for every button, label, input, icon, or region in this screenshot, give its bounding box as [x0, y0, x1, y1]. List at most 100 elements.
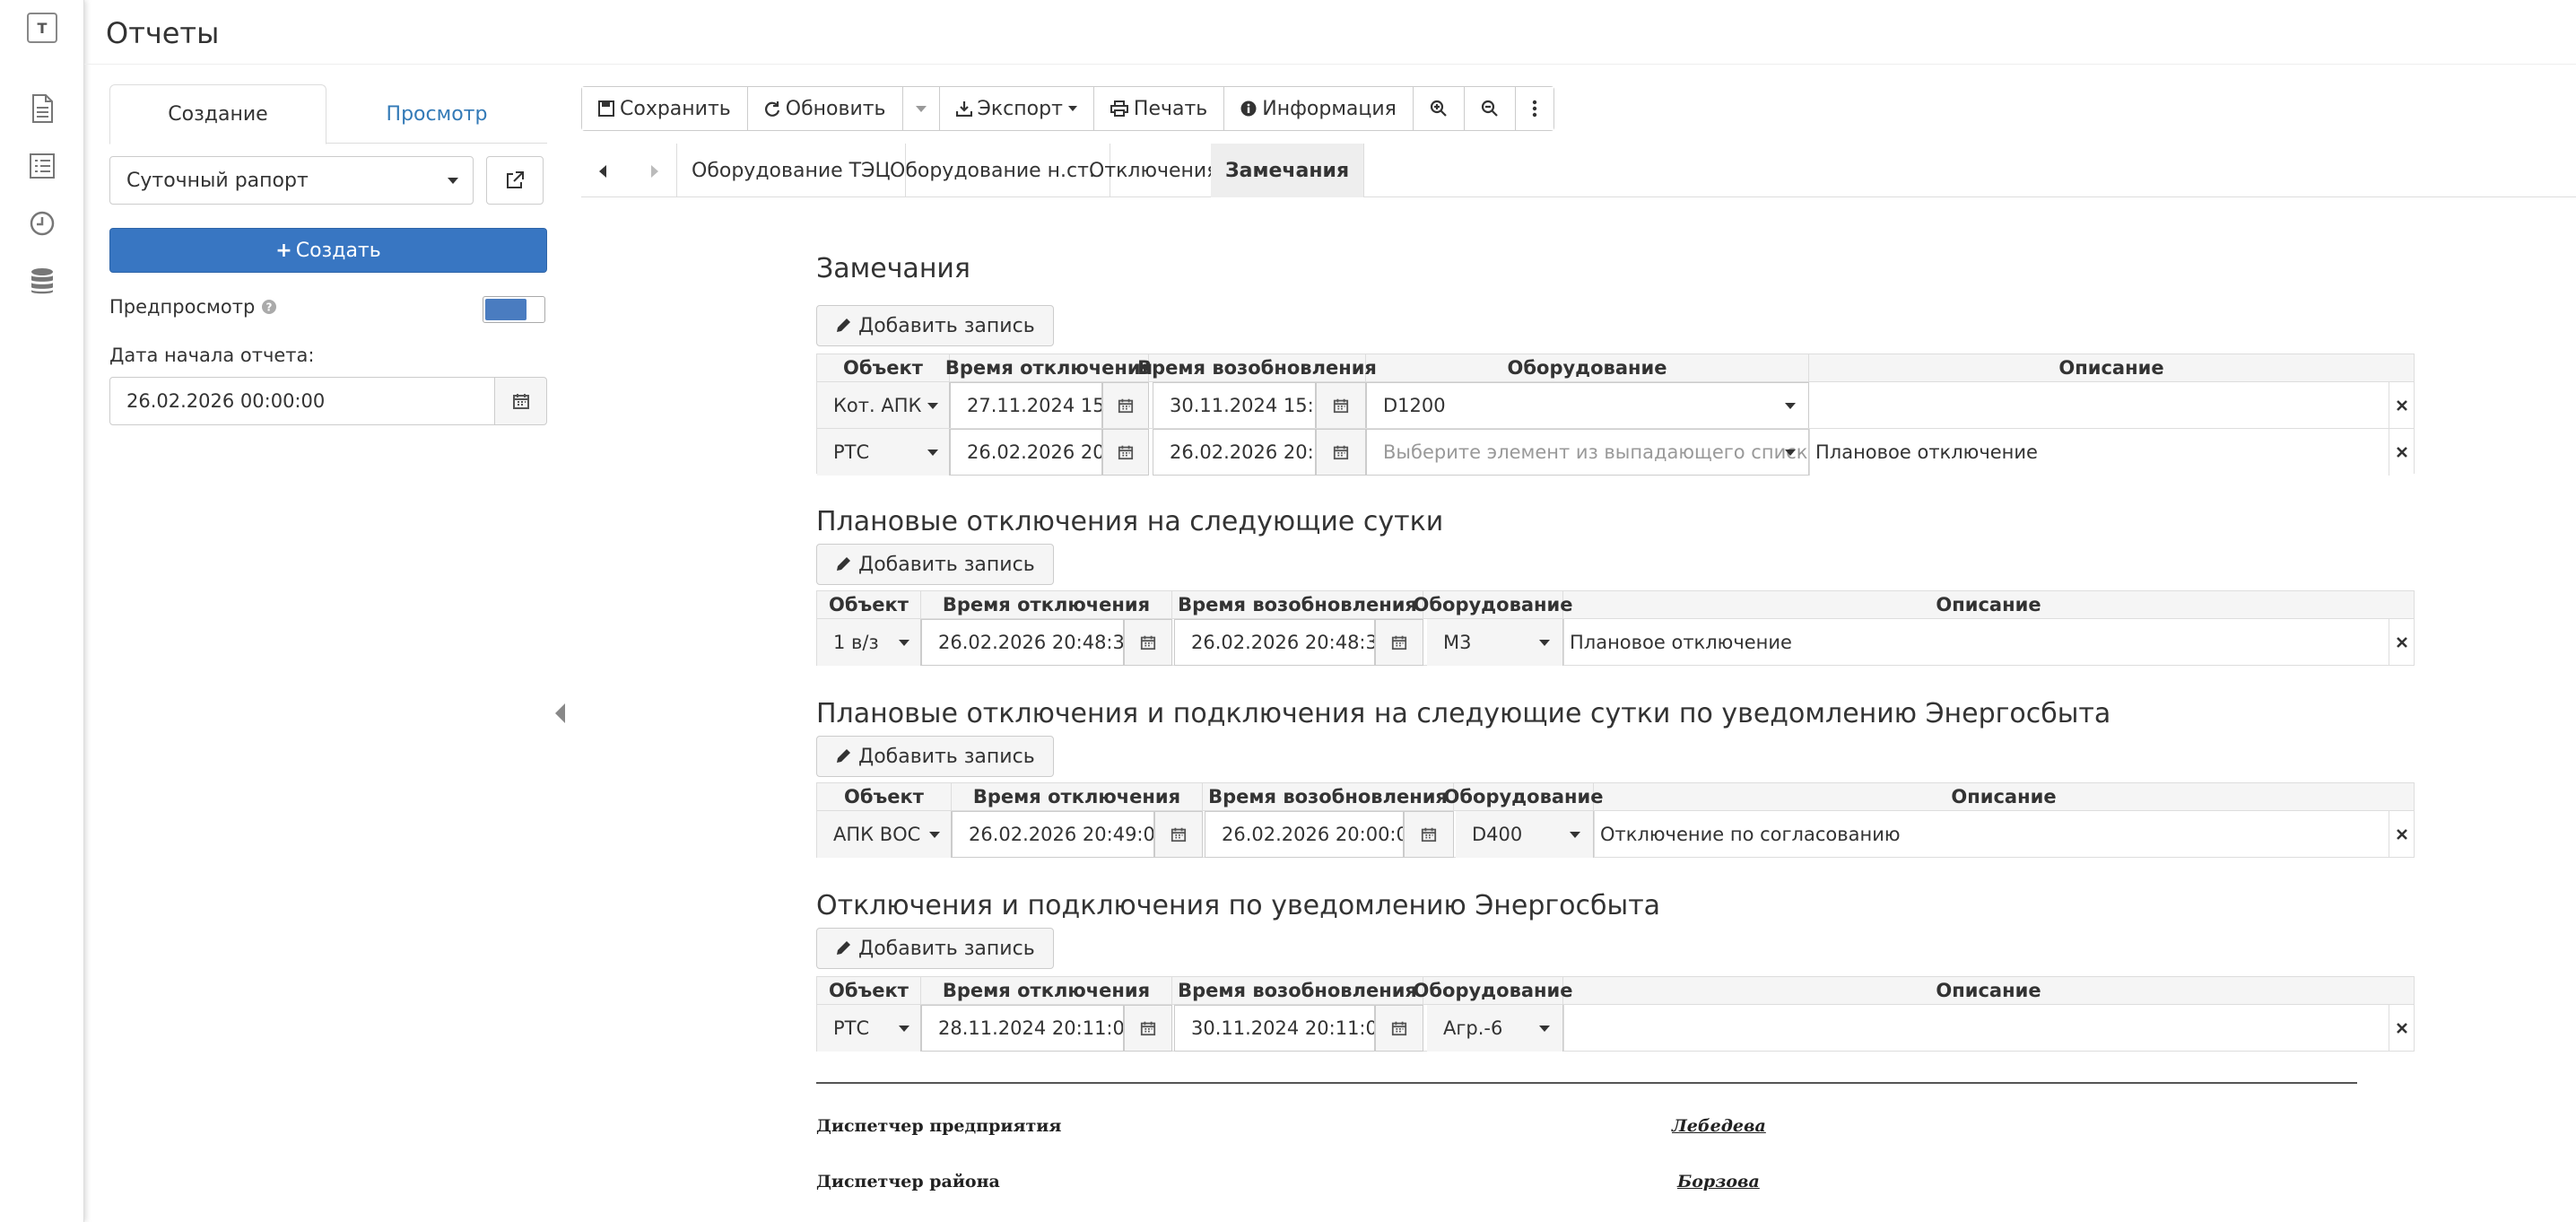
description-field[interactable]: Отключение по согласованию: [1594, 811, 2389, 858]
delete-row-icon[interactable]: [2389, 1005, 2414, 1052]
report-type-select[interactable]: Суточный рапорт: [109, 156, 474, 205]
column-header: Описание: [1936, 980, 2041, 1001]
column-header: Оборудование: [1414, 591, 1573, 618]
calendar-icon[interactable]: [1375, 619, 1423, 666]
description-field[interactable]: [1563, 1005, 2389, 1052]
add-record-button[interactable]: Добавить запись: [816, 305, 1054, 346]
clock-icon[interactable]: [28, 208, 57, 239]
start-date-calendar-button[interactable]: [494, 377, 547, 425]
delete-row-icon[interactable]: [2389, 619, 2414, 666]
column-header: Описание: [2058, 357, 2164, 379]
calendar-icon[interactable]: [1124, 1005, 1172, 1052]
column-header: Объект: [817, 783, 952, 810]
calendar-icon[interactable]: [1375, 1005, 1423, 1052]
object-select[interactable]: РТС: [817, 1005, 921, 1052]
column-header: Описание: [1936, 594, 2041, 615]
calendar-icon[interactable]: [1124, 619, 1172, 666]
pencil-icon: [837, 941, 850, 955]
save-button[interactable]: Сохранить: [582, 87, 748, 130]
description-field[interactable]: Плановое отключение: [1563, 619, 2389, 666]
more-refresh-dropdown[interactable]: [902, 87, 940, 130]
list-icon[interactable]: [28, 151, 57, 181]
pencil-icon: [837, 319, 850, 332]
add-record-button[interactable]: Добавить запись: [816, 928, 1054, 969]
off-time-input[interactable]: 26.02.2026 20: [950, 429, 1102, 476]
database-icon[interactable]: [28, 266, 57, 296]
delete-row-icon[interactable]: [2389, 429, 2414, 476]
pencil-icon: [837, 557, 850, 571]
collapse-sidebar-arrow-icon[interactable]: [555, 703, 565, 723]
equipment-select[interactable]: D400: [1456, 811, 1594, 858]
equipment-select[interactable]: Выберите элемент из выпадающего списка..…: [1366, 429, 1809, 476]
on-time-input[interactable]: 30.11.2024 20:11:0: [1174, 1005, 1375, 1052]
print-button[interactable]: Печать: [1093, 87, 1225, 130]
tab-view[interactable]: Просмотр: [328, 84, 545, 144]
page-title: Отчеты: [106, 16, 220, 50]
calendar-icon[interactable]: [1102, 429, 1149, 476]
save-label: Сохранить: [620, 97, 731, 120]
help-icon[interactable]: ?: [261, 299, 277, 315]
open-external-button[interactable]: [486, 156, 544, 205]
equipment-select[interactable]: М3: [1427, 619, 1563, 666]
table-row: РТС 28.11.2024 20:11:0 30.11.2024 20:11:…: [817, 1004, 2414, 1052]
more-options-button[interactable]: [1515, 87, 1553, 130]
pencil-icon: [837, 749, 850, 763]
tab-equipment-tec[interactable]: Оборудование ТЭЦ: [677, 144, 906, 197]
description-field[interactable]: [1809, 382, 2389, 429]
add-record-button[interactable]: Добавить запись: [816, 736, 1054, 777]
document-icon[interactable]: [28, 93, 57, 124]
object-select[interactable]: АПК ВОС: [817, 811, 952, 858]
calendar-icon[interactable]: [1316, 429, 1366, 476]
tab-create[interactable]: Создание: [109, 84, 326, 144]
export-button[interactable]: Экспорт: [939, 87, 1094, 130]
object-select[interactable]: 1 в/з: [817, 619, 921, 666]
on-time-input[interactable]: 26.02.2026 20:00:0: [1205, 811, 1404, 858]
delete-row-icon[interactable]: [2389, 382, 2414, 429]
app-logo[interactable]: T: [27, 13, 57, 43]
off-time-input[interactable]: 26.02.2026 20:48:3: [921, 619, 1124, 666]
off-time-input[interactable]: 27.11.2024 15: [950, 382, 1102, 429]
off-time-input[interactable]: 28.11.2024 20:11:0: [921, 1005, 1124, 1052]
zoom-out-icon: [1481, 100, 1498, 117]
equipment-select[interactable]: D1200: [1366, 382, 1809, 429]
chevron-down-icon: [448, 178, 458, 184]
on-time-input[interactable]: 30.11.2024 15:: [1153, 382, 1316, 429]
vertical-dots-icon: [1532, 100, 1537, 118]
calendar-icon[interactable]: [1154, 811, 1203, 858]
calendar-icon[interactable]: [1102, 382, 1149, 429]
external-link-icon: [507, 171, 524, 188]
report-sidebar: Создание Просмотр Суточный рапорт + Созда…: [109, 84, 547, 425]
info-button[interactable]: Информация: [1224, 87, 1414, 130]
object-select[interactable]: Кот. АПК: [817, 382, 950, 429]
column-header: Объект: [817, 977, 921, 1004]
column-header: Объект: [817, 354, 950, 381]
description-field[interactable]: Плановое отключение: [1809, 429, 2389, 476]
calendar-icon[interactable]: [1404, 811, 1454, 858]
refresh-button[interactable]: Обновить: [747, 87, 903, 130]
start-date-input[interactable]: 26.02.2026 00:00:00: [109, 377, 495, 425]
equipment-select[interactable]: Агр.-6: [1427, 1005, 1563, 1052]
tab-remarks[interactable]: Замечания: [1211, 144, 1365, 197]
column-header: Время отключения: [952, 783, 1203, 810]
on-time-input[interactable]: 26.02.2026 20:: [1153, 429, 1316, 476]
signature-divider: [816, 1082, 2357, 1084]
create-report-button[interactable]: + Создать: [109, 228, 547, 273]
tab-next-arrow-icon[interactable]: [651, 165, 658, 178]
preview-toggle[interactable]: [483, 296, 545, 323]
zoom-in-button[interactable]: [1413, 87, 1465, 130]
chevron-down-icon: [1067, 106, 1077, 111]
off-time-input[interactable]: 26.02.2026 20:49:0: [952, 811, 1154, 858]
on-time-input[interactable]: 26.02.2026 20:48:3: [1174, 619, 1375, 666]
add-record-label: Добавить запись: [858, 745, 1035, 768]
tab-prev-arrow-icon[interactable]: [599, 165, 606, 178]
add-record-button[interactable]: Добавить запись: [816, 544, 1054, 585]
object-select[interactable]: РТС: [817, 429, 950, 476]
calendar-icon[interactable]: [1316, 382, 1366, 429]
info-label: Информация: [1262, 97, 1397, 120]
add-record-label: Добавить запись: [858, 314, 1035, 337]
chevron-down-icon: [915, 105, 927, 112]
tab-outages[interactable]: Отключения: [1075, 144, 1234, 197]
column-header: Описание: [1951, 786, 2057, 807]
delete-row-icon[interactable]: [2389, 811, 2414, 858]
zoom-out-button[interactable]: [1464, 87, 1516, 130]
